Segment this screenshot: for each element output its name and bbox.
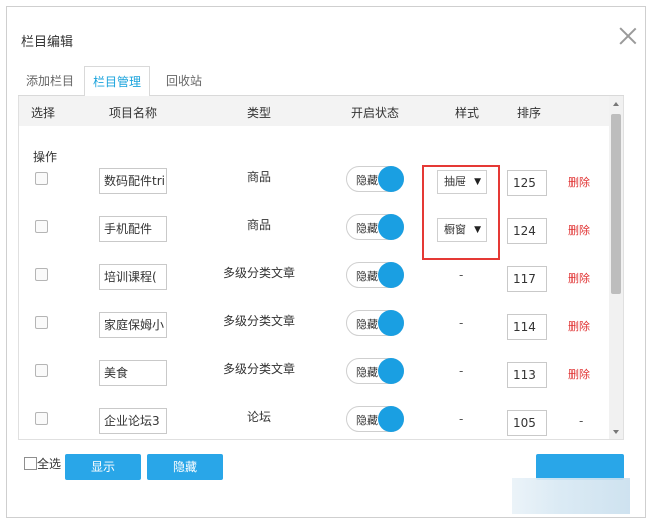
toggle-label: 隐藏 — [356, 318, 378, 331]
status-toggle[interactable]: 隐藏 — [346, 358, 404, 384]
dialog-title: 栏目编辑 — [21, 35, 74, 50]
style-placeholder: - — [459, 364, 464, 378]
style-placeholder: - — [459, 268, 464, 282]
item-type: 商品 — [246, 170, 271, 184]
item-type: 多级分类文章 — [222, 266, 295, 280]
item-name-field[interactable]: 家庭保姆小 — [99, 312, 167, 338]
style-placeholder: - — [459, 412, 464, 426]
tab-add-column[interactable]: 添加栏目 — [18, 66, 82, 96]
header-status: 开启状态 — [351, 106, 400, 120]
show-button[interactable]: 显示 — [65, 454, 141, 480]
toggle-knob — [378, 310, 404, 336]
hide-button[interactable]: 隐藏 — [147, 454, 223, 480]
scroll-up-icon[interactable] — [613, 102, 619, 106]
action-placeholder: - — [579, 414, 584, 428]
header-sort: 排序 — [517, 106, 542, 120]
table-row: 家庭保姆小 多级分类文章 隐藏 - 114 删除 — [19, 302, 611, 350]
item-type: 多级分类文章 — [222, 314, 295, 328]
toggle-label: 隐藏 — [356, 270, 378, 283]
status-toggle[interactable]: 隐藏 — [346, 310, 404, 336]
toggle-label: 隐藏 — [356, 366, 378, 379]
toggle-knob — [378, 358, 404, 384]
row-checkbox[interactable] — [35, 268, 48, 281]
delete-link[interactable]: 删除 — [568, 318, 590, 334]
header-select: 选择 — [31, 106, 56, 120]
item-type: 多级分类文章 — [222, 362, 295, 376]
style-column-highlight — [422, 165, 500, 260]
sort-order-field[interactable]: 124 — [507, 218, 547, 244]
style-placeholder: - — [459, 316, 464, 330]
delete-link[interactable]: 删除 — [568, 270, 590, 286]
delete-link[interactable]: 删除 — [568, 222, 590, 238]
toggle-label: 隐藏 — [356, 222, 378, 235]
confirm-button[interactable] — [536, 454, 624, 480]
tab-recycle-bin[interactable]: 回收站 — [158, 66, 210, 96]
sort-order-field[interactable]: 114 — [507, 314, 547, 340]
item-name-field[interactable]: 培训课程( — [99, 264, 167, 290]
table-row: 美食 多级分类文章 隐藏 - 113 删除 — [19, 350, 611, 398]
row-checkbox[interactable] — [35, 316, 48, 329]
tab-bar: 添加栏目 栏目管理 回收站 — [18, 66, 624, 97]
table-header: 选择 项目名称 类型 开启状态 样式 排序 — [19, 96, 611, 126]
status-toggle[interactable]: 隐藏 — [346, 214, 404, 240]
tab-column-management[interactable]: 栏目管理 — [84, 66, 151, 97]
status-toggle[interactable]: 隐藏 — [346, 166, 404, 192]
item-name-field[interactable]: 数码配件tri — [99, 168, 167, 194]
row-checkbox[interactable] — [35, 412, 48, 425]
header-type: 类型 — [247, 106, 272, 120]
select-all-checkbox[interactable] — [24, 457, 37, 470]
sort-order-field[interactable]: 117 — [507, 266, 547, 292]
item-name-field[interactable]: 手机配件 — [99, 216, 167, 242]
row-checkbox[interactable] — [35, 220, 48, 233]
toggle-knob — [378, 214, 404, 240]
item-name-field[interactable]: 企业论坛3 — [99, 408, 167, 434]
item-type: 商品 — [246, 218, 271, 232]
close-icon[interactable] — [619, 27, 637, 45]
toggle-label: 隐藏 — [356, 174, 378, 187]
table-row: 培训课程( 多级分类文章 隐藏 - 117 删除 — [19, 254, 611, 302]
table-row: 手机配件 商品 隐藏 橱窗 ▼ 124 删除 — [19, 206, 611, 254]
toggle-knob — [378, 406, 404, 432]
sort-order-field[interactable]: 113 — [507, 362, 547, 388]
status-toggle[interactable]: 隐藏 — [346, 406, 404, 432]
row-checkbox[interactable] — [35, 172, 48, 185]
column-table-panel: 选择 项目名称 类型 开启状态 样式 排序 操作 数码配件tri 商品 隐藏 抽… — [18, 96, 624, 440]
toggle-knob — [378, 166, 404, 192]
scroll-down-icon[interactable] — [613, 430, 619, 434]
vertical-scrollbar[interactable] — [609, 96, 623, 439]
header-name: 项目名称 — [109, 106, 158, 120]
sort-order-field[interactable]: 125 — [507, 170, 547, 196]
delete-link[interactable]: 删除 — [568, 174, 590, 190]
item-type: 论坛 — [246, 410, 271, 424]
sort-order-field[interactable]: 105 — [507, 410, 547, 436]
item-name-field[interactable]: 美食 — [99, 360, 167, 386]
header-style: 样式 — [455, 106, 480, 120]
toggle-knob — [378, 262, 404, 288]
watermark-blur — [512, 478, 630, 514]
table-row: 数码配件tri 商品 隐藏 抽屉 ▼ 125 删除 — [19, 158, 611, 206]
scroll-thumb[interactable] — [611, 114, 621, 294]
row-checkbox[interactable] — [35, 364, 48, 377]
toggle-label: 隐藏 — [356, 414, 378, 427]
delete-link[interactable]: 删除 — [568, 366, 590, 382]
status-toggle[interactable]: 隐藏 — [346, 262, 404, 288]
select-all-label: 全选 — [37, 457, 62, 471]
table-row: 企业论坛3 论坛 隐藏 - 105 - — [19, 398, 611, 439]
